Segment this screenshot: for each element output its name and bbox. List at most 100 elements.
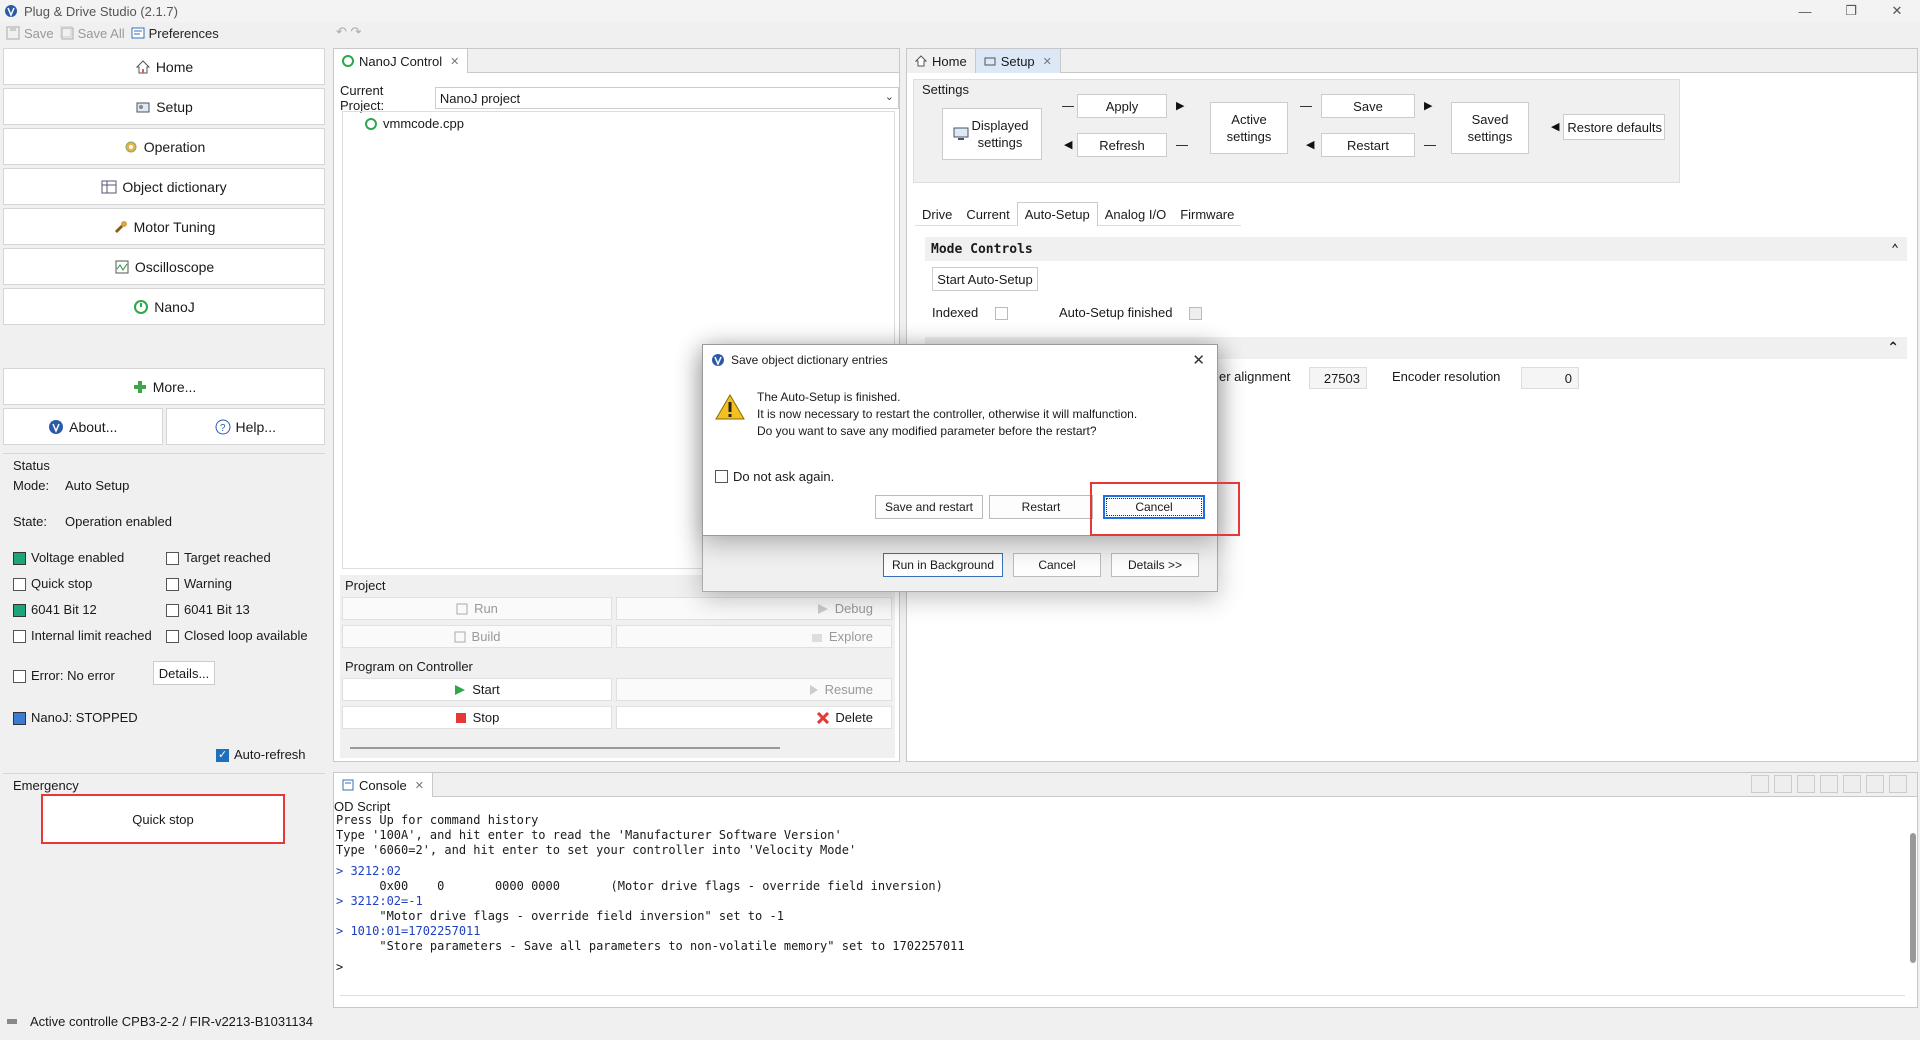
- run-icon: [456, 603, 468, 614]
- nav-more-button[interactable]: More...: [3, 368, 325, 405]
- error-details-button[interactable]: Details...: [153, 661, 215, 685]
- indicator-icon: [13, 630, 26, 644]
- save-button[interactable]: Save: [6, 26, 54, 41]
- collapse-icon[interactable]: ⌃: [1887, 339, 1899, 356]
- save-all-button[interactable]: Save All: [59, 26, 125, 41]
- tab-console[interactable]: Console ✕: [334, 773, 433, 797]
- save-settings-button[interactable]: Save: [1321, 94, 1415, 118]
- indicator-icon: [166, 630, 179, 644]
- table-icon: [101, 180, 117, 193]
- close-tab-icon[interactable]: ✕: [1043, 55, 1052, 68]
- console-line: 0x00 0 0000 0000 (Motor drive flags - ov…: [336, 879, 943, 893]
- arrow-right-icon: ▶: [1176, 100, 1185, 112]
- word-wrap-icon[interactable]: [1820, 775, 1838, 793]
- arrow-left-icon: ◀: [1306, 139, 1315, 151]
- start-button[interactable]: Start: [342, 678, 612, 701]
- bg-cancel-button[interactable]: Cancel: [1013, 553, 1101, 577]
- nav-operation-button[interactable]: Operation: [3, 128, 325, 165]
- run-in-background-button[interactable]: Run in Background: [883, 553, 1003, 577]
- auto-setup-finished-label: Auto-Setup finished: [1059, 305, 1173, 320]
- run-button[interactable]: Run: [342, 597, 612, 620]
- horizontal-scrollbar[interactable]: [340, 995, 1905, 1003]
- subtab-firmware[interactable]: Firmware: [1173, 202, 1241, 226]
- settings-box: Settings Displayed settings Apply Refres…: [913, 79, 1680, 183]
- nanoj-file-icon: [365, 117, 377, 130]
- arrow-right-icon: ▶: [1424, 100, 1433, 112]
- close-tab-icon[interactable]: ✕: [415, 779, 424, 792]
- displayed-settings-button[interactable]: Displayed settings: [942, 108, 1042, 160]
- nav-motor-tuning-button[interactable]: Motor Tuning: [3, 208, 325, 245]
- indexed-label: Indexed: [932, 305, 979, 320]
- delete-button[interactable]: Delete: [616, 706, 892, 729]
- auto-refresh-checkbox[interactable]: Auto-refresh: [216, 747, 306, 763]
- close-dialog-icon[interactable]: ✕: [1192, 351, 1205, 369]
- restore-defaults-button[interactable]: Restore defaults: [1563, 114, 1665, 140]
- encoder-resolution-value: 0: [1521, 367, 1579, 389]
- stop-button[interactable]: Stop: [342, 706, 612, 729]
- console-line: "Motor drive flags - override field inve…: [336, 909, 784, 923]
- home-icon: [135, 59, 151, 73]
- about-button[interactable]: About...: [3, 408, 163, 445]
- nav-more-label: More...: [152, 378, 197, 395]
- build-button[interactable]: Build: [342, 625, 612, 648]
- pin-console-icon[interactable]: [1843, 775, 1861, 793]
- oscilloscope-icon: [115, 260, 129, 273]
- tab-setup[interactable]: Setup ✕: [975, 49, 1061, 73]
- variable-icon[interactable]: [1751, 775, 1769, 793]
- save-and-restart-button[interactable]: Save and restart: [875, 495, 983, 519]
- nav-oscilloscope-button[interactable]: Oscilloscope: [3, 248, 325, 285]
- open-console-icon[interactable]: [1889, 775, 1907, 793]
- collapse-icon[interactable]: ⌃: [1891, 242, 1899, 257]
- nav-back-icon[interactable]: ↶ ↷: [336, 24, 361, 40]
- start-auto-setup-button[interactable]: Start Auto-Setup: [932, 267, 1038, 291]
- vertical-scrollbar[interactable]: [1910, 833, 1916, 963]
- dialog-restart-button[interactable]: Restart: [989, 495, 1093, 519]
- preferences-button[interactable]: Preferences: [131, 26, 219, 41]
- console-output[interactable]: Press Up for command history Type '100A',…: [334, 813, 1908, 975]
- subtab-auto-setup[interactable]: Auto-Setup: [1016, 202, 1098, 226]
- settings-title: Settings: [922, 82, 969, 97]
- saved-settings-button[interactable]: Saved settings: [1451, 102, 1529, 154]
- tab-home[interactable]: Home: [907, 49, 976, 73]
- auto-setup-finished-checkbox: [1189, 307, 1202, 320]
- nav-home-button[interactable]: Home: [3, 48, 325, 85]
- quick-stop-button[interactable]: Quick stop: [41, 794, 285, 844]
- details-button[interactable]: Details >>: [1111, 553, 1199, 577]
- active-settings-button[interactable]: Active settings: [1210, 102, 1288, 154]
- close-tab-icon[interactable]: ✕: [450, 55, 459, 68]
- apply-button[interactable]: Apply: [1077, 94, 1167, 118]
- close-window-button[interactable]: ✕: [1874, 0, 1920, 22]
- help-label: Help...: [235, 418, 276, 435]
- nav-setup-button[interactable]: Setup: [3, 88, 325, 125]
- mode-controls-header[interactable]: Mode Controls ⌃: [925, 237, 1907, 261]
- subtab-current[interactable]: Current: [959, 202, 1016, 226]
- nav-operation-label: Operation: [143, 138, 206, 155]
- lock-scroll-icon[interactable]: [1797, 775, 1815, 793]
- preferences-label: Preferences: [148, 25, 219, 41]
- subtab-drive[interactable]: Drive: [915, 202, 959, 226]
- nav-nanoj-button[interactable]: NanoJ: [3, 288, 325, 325]
- help-button[interactable]: ? Help...: [165, 408, 325, 445]
- error-status: Error: No error: [13, 668, 115, 684]
- minimize-button[interactable]: —: [1782, 0, 1828, 22]
- gear-icon: [125, 141, 137, 152]
- emergency-title: Emergency: [13, 778, 79, 793]
- resume-button[interactable]: Resume: [616, 678, 892, 701]
- file-item[interactable]: vmmcode.cpp: [365, 116, 464, 131]
- do-not-ask-checkbox[interactable]: Do not ask again.: [715, 469, 834, 484]
- maximize-button[interactable]: ❐: [1828, 0, 1874, 22]
- explore-button[interactable]: Explore: [616, 625, 892, 648]
- debug-button[interactable]: Debug: [616, 597, 892, 620]
- encoder-alignment-label: er alignment: [1219, 369, 1291, 384]
- subtab-analog-io[interactable]: Analog I/O: [1098, 202, 1173, 226]
- flag-quick-stop: Quick stop: [13, 576, 92, 592]
- clear-console-icon[interactable]: [1774, 775, 1792, 793]
- restart-button[interactable]: Restart: [1321, 133, 1415, 157]
- delete-icon: [817, 711, 830, 724]
- tab-nanoj-control[interactable]: NanoJ Control ✕: [334, 49, 469, 73]
- display-console-icon[interactable]: [1866, 775, 1884, 793]
- current-project-select[interactable]: NanoJ project ⌄: [434, 87, 899, 109]
- horizontal-scrollbar[interactable]: [350, 747, 780, 749]
- refresh-button[interactable]: Refresh: [1077, 133, 1167, 157]
- nav-object-dictionary-button[interactable]: Object dictionary: [3, 168, 325, 205]
